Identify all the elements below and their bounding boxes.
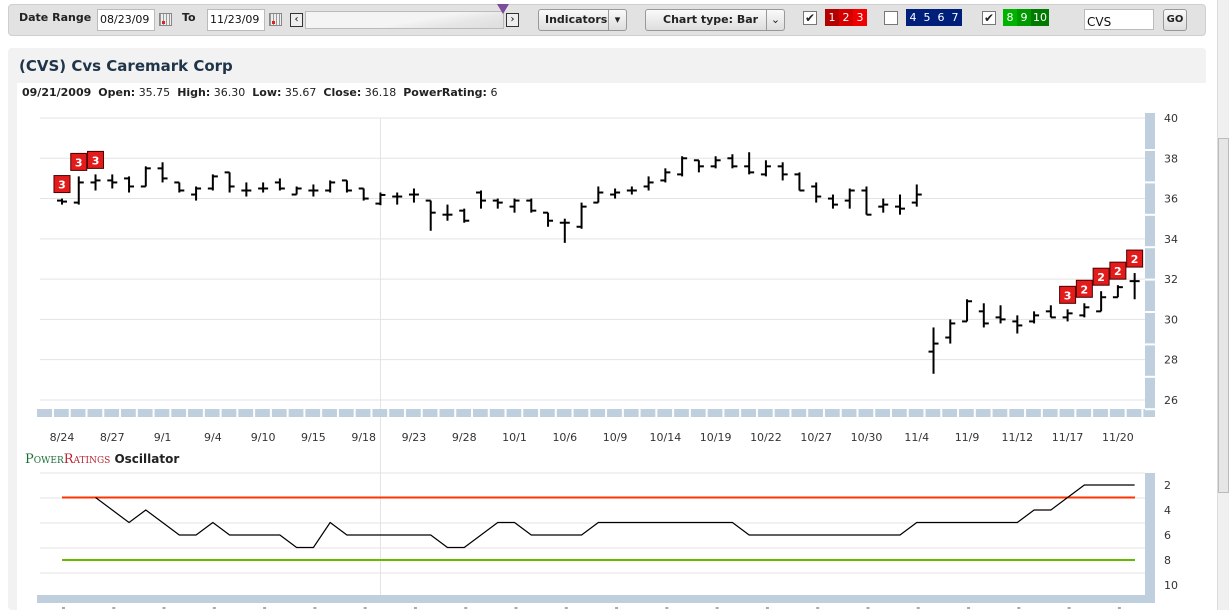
x-tick-label: 9/23 bbox=[402, 431, 427, 444]
y-tick-label: 36 bbox=[1164, 193, 1178, 206]
y-tick-label: 28 bbox=[1164, 354, 1178, 367]
x-tick-label: 9/28 bbox=[452, 431, 477, 444]
scrollbar-thumb[interactable] bbox=[1218, 138, 1229, 493]
x-tick-label: 10/6 bbox=[552, 431, 577, 444]
osc-y-tick-label: 4 bbox=[1164, 504, 1171, 517]
osc-y-tick-label: 6 bbox=[1164, 529, 1171, 542]
osc-x-axis-band bbox=[37, 595, 1155, 603]
x-tick-label: 9/18 bbox=[351, 431, 376, 444]
x-tick-label: 9/4 bbox=[204, 431, 222, 444]
x-tick-label: 10/14 bbox=[650, 431, 682, 444]
x-tick-label: 10/30 bbox=[851, 431, 883, 444]
y-tick-label: 30 bbox=[1164, 313, 1178, 326]
osc-y-tick-label: 10 bbox=[1164, 579, 1178, 592]
rating-badge-label: 2 bbox=[1097, 271, 1105, 284]
x-tick-label: 8/27 bbox=[100, 431, 125, 444]
osc-y-axis-band bbox=[1145, 473, 1155, 603]
y-tick-label: 34 bbox=[1164, 233, 1178, 246]
rating-badge-label: 3 bbox=[1064, 289, 1072, 302]
x-tick-label: 11/12 bbox=[1001, 431, 1033, 444]
rating-badge-label: 2 bbox=[1131, 253, 1139, 266]
rating-badge-label: 3 bbox=[58, 179, 66, 192]
oscillator-line bbox=[95, 484, 1135, 549]
x-tick-label: 11/9 bbox=[955, 431, 980, 444]
x-tick-label: 10/22 bbox=[750, 431, 782, 444]
x-tick-label: 11/20 bbox=[1102, 431, 1134, 444]
osc-y-tick-label: 8 bbox=[1164, 554, 1171, 567]
y-axis-band bbox=[1145, 113, 1155, 417]
y-tick-label: 32 bbox=[1164, 273, 1178, 286]
x-tick-label: 10/19 bbox=[700, 431, 732, 444]
rating-badge-label: 3 bbox=[75, 156, 83, 169]
y-tick-label: 26 bbox=[1164, 394, 1178, 407]
x-tick-label: 9/1 bbox=[154, 431, 172, 444]
x-tick-label: 10/9 bbox=[603, 431, 628, 444]
x-tick-label: 9/10 bbox=[251, 431, 276, 444]
x-tick-label: 8/24 bbox=[50, 431, 75, 444]
x-tick-label: 11/17 bbox=[1052, 431, 1084, 444]
x-tick-label: 11/4 bbox=[904, 431, 929, 444]
y-tick-label: 40 bbox=[1164, 112, 1178, 125]
rating-badge-label: 3 bbox=[92, 154, 100, 167]
rating-badge-label: 2 bbox=[1114, 265, 1122, 278]
rating-badge-label: 2 bbox=[1081, 283, 1089, 296]
x-tick-label: 10/1 bbox=[502, 431, 527, 444]
x-tick-label: 9/15 bbox=[301, 431, 326, 444]
stock-chart[interactable]: 262830323436384033 33 22 228/24 8/27 9/1 9/4 9/… bbox=[0, 0, 1229, 610]
x-tick-label: 10/27 bbox=[800, 431, 832, 444]
osc-y-tick-label: 2 bbox=[1164, 479, 1171, 492]
y-tick-label: 38 bbox=[1164, 152, 1178, 165]
